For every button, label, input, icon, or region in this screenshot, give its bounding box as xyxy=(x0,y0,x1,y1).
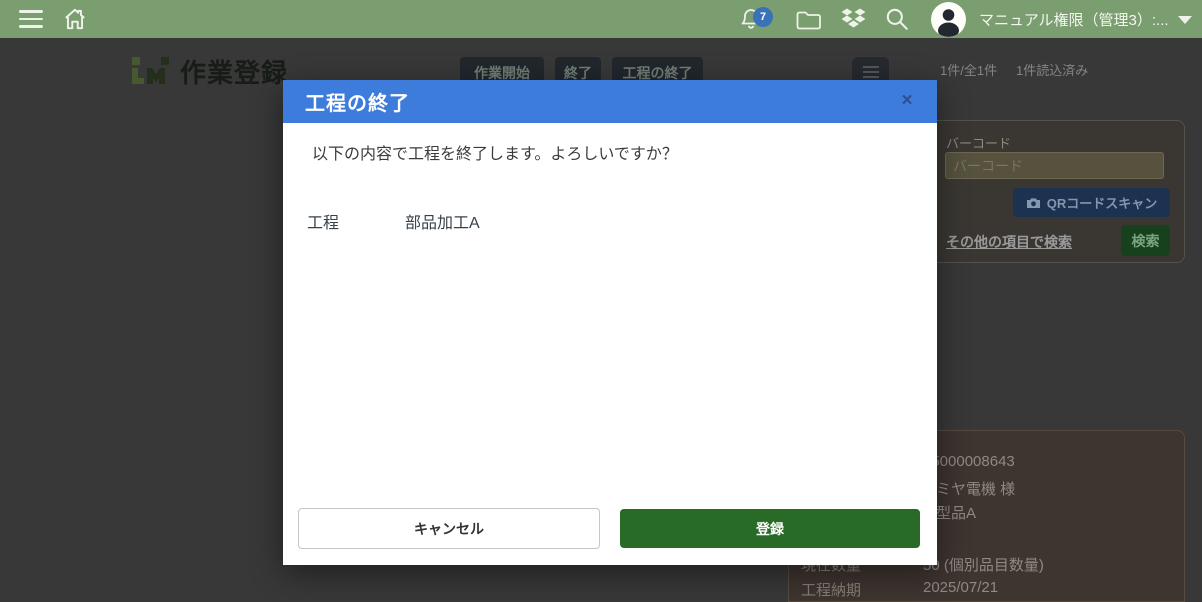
search-button[interactable]: 検索 xyxy=(1121,225,1170,256)
submit-button[interactable]: 登録 xyxy=(620,509,920,548)
detail-value: 2025/07/21 xyxy=(923,579,998,596)
user-role-label[interactable]: マニュアル権限（管理3）:... xyxy=(979,0,1169,38)
detail-value: 型品A xyxy=(936,502,976,523)
qr-scan-label: QRコードスキャン xyxy=(1047,193,1158,212)
qr-scan-button[interactable]: QRコードスキャン xyxy=(1013,188,1170,217)
modal-message: 以下の内容で工程を終了します。よろしいですか？ xyxy=(312,140,678,164)
modal-header: 工程の終了 × xyxy=(283,80,937,123)
camera-icon xyxy=(1026,197,1041,209)
cancel-button[interactable]: キャンセル xyxy=(298,508,600,549)
page-title: 作業登録 xyxy=(180,53,288,90)
app-logo-icon xyxy=(130,52,172,90)
other-items-search-link[interactable]: その他の項目で検索 xyxy=(946,232,1072,252)
chevron-down-icon[interactable] xyxy=(1178,16,1192,24)
user-avatar[interactable] xyxy=(931,2,966,37)
result-count: 1件/全1件 xyxy=(940,60,997,79)
barcode-label: バーコード xyxy=(946,133,1011,152)
hamburger-menu-icon[interactable] xyxy=(16,0,46,38)
folder-icon[interactable] xyxy=(793,0,825,38)
process-field-label: 工程 xyxy=(307,209,339,233)
close-icon[interactable]: × xyxy=(893,87,921,115)
topbar: 7 マニュアル権限（管理3）:... xyxy=(0,0,1202,38)
app-logo: 作業登録 xyxy=(130,52,288,90)
modal-title: 工程の終了 xyxy=(305,87,410,116)
detail-label: 工程納期 xyxy=(801,579,861,600)
dropbox-icon[interactable] xyxy=(838,0,868,38)
read-status: 1件読込済み xyxy=(1016,60,1088,79)
process-end-modal: 工程の終了 × 以下の内容で工程を終了します。よろしいですか？ 工程 部品加工A… xyxy=(283,80,937,565)
barcode-input[interactable] xyxy=(945,152,1164,179)
home-icon[interactable] xyxy=(60,0,90,38)
process-field-row: 工程 部品加工A xyxy=(283,209,937,231)
detail-value: 50 (個別品目数量) xyxy=(923,554,1044,575)
detail-row: 工程納期 2025/07/21 xyxy=(789,579,1184,599)
notification-count-badge: 7 xyxy=(753,7,773,27)
process-field-value: 部品加工A xyxy=(405,209,480,233)
detail-value: ミヤ電機 様 xyxy=(936,478,1015,499)
search-icon[interactable] xyxy=(882,0,912,38)
